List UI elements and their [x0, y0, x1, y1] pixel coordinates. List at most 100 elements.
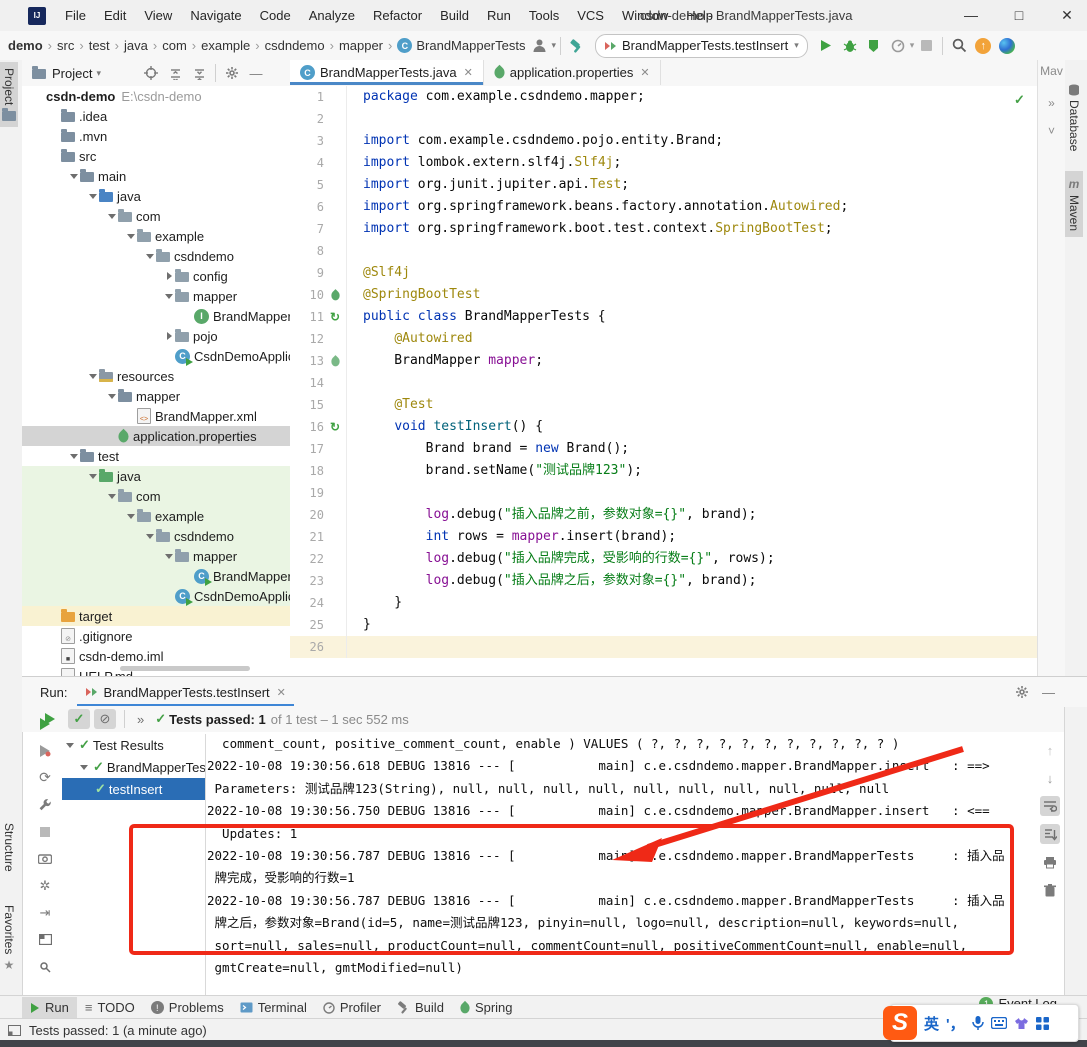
- code-line-16[interactable]: 16 ↻ void testInsert() {: [290, 416, 1037, 438]
- tree-item-.gitignore[interactable]: ⊘ .gitignore: [22, 626, 290, 646]
- run-tab[interactable]: BrandMapperTests.testInsert ✕: [77, 678, 293, 707]
- breadcrumb-example[interactable]: example: [199, 38, 252, 53]
- locate-file-icon[interactable]: [139, 62, 163, 84]
- breadcrumb-test[interactable]: test: [87, 38, 112, 53]
- menu-analyze[interactable]: Analyze: [300, 8, 364, 23]
- show-passed-toggle[interactable]: ✓: [68, 709, 90, 729]
- editor-tab-application.properties[interactable]: application.properties ✕: [484, 60, 661, 85]
- tree-item-mapper[interactable]: mapper: [22, 546, 290, 566]
- code-line-17[interactable]: 17 Brand brand = new Brand();: [290, 438, 1037, 460]
- code-line-5[interactable]: 5 import org.junit.jupiter.api.Test;: [290, 174, 1037, 196]
- ime-language-toggle[interactable]: 英: [924, 1013, 939, 1034]
- sogou-logo-icon[interactable]: S: [883, 1006, 917, 1040]
- tool-window-build-tab[interactable]: Build: [389, 997, 452, 1019]
- menu-edit[interactable]: Edit: [95, 8, 135, 23]
- tool-window-profiler-tab[interactable]: Profiler: [315, 997, 389, 1019]
- code-line-8[interactable]: 8: [290, 240, 1037, 262]
- close-button[interactable]: ✕: [1044, 0, 1087, 30]
- scroll-down-icon[interactable]: ↓: [1040, 768, 1060, 788]
- tool-window-todo-tab[interactable]: ≡ TODO: [77, 997, 143, 1019]
- breadcrumb-java[interactable]: java: [122, 38, 150, 53]
- code-line-25[interactable]: 25}: [290, 614, 1037, 636]
- show-ignored-toggle[interactable]: ⊘: [94, 709, 116, 729]
- tool-window-structure-button[interactable]: Structure: [0, 817, 18, 878]
- ime-microphone-icon[interactable]: [971, 1015, 984, 1031]
- clear-console-icon[interactable]: [1040, 880, 1060, 900]
- stop-button[interactable]: [30, 818, 60, 845]
- tree-item-example[interactable]: example: [22, 226, 290, 246]
- user-icon[interactable]: [527, 35, 551, 57]
- run-button[interactable]: [814, 35, 838, 57]
- settings-gear-icon[interactable]: [220, 62, 244, 84]
- tree-item-java[interactable]: java: [22, 466, 290, 486]
- code-line-22[interactable]: 22 log.debug("插入品牌完成，受影响的行数={}", rows);: [290, 548, 1037, 570]
- project-horizontal-scrollbar[interactable]: [120, 666, 250, 671]
- collapse-all-icon[interactable]: [187, 62, 211, 84]
- tree-item-test[interactable]: test: [22, 446, 290, 466]
- tree-item-csdndemo[interactable]: csdndemo: [22, 246, 290, 266]
- ime-skin-icon[interactable]: [1014, 1017, 1029, 1030]
- inspections-ok-icon[interactable]: ✓: [1014, 92, 1025, 108]
- menu-tools[interactable]: Tools: [520, 8, 568, 23]
- tree-item-main[interactable]: main: [22, 166, 290, 186]
- minimize-button[interactable]: —: [948, 0, 994, 30]
- code-line-6[interactable]: 6 import org.springframework.beans.factor…: [290, 196, 1037, 218]
- menu-code[interactable]: Code: [251, 8, 300, 23]
- soft-wrap-icon[interactable]: [1040, 796, 1060, 816]
- test-tree-item-Test Results[interactable]: ✓ Test Results: [62, 734, 205, 756]
- code-line-7[interactable]: 7 import org.springframework.boot.test.co…: [290, 218, 1037, 240]
- profiler-button[interactable]: [886, 35, 910, 57]
- maximize-button[interactable]: □: [996, 0, 1042, 30]
- breadcrumb-mapper[interactable]: mapper: [337, 38, 385, 53]
- tool-window-run-tab[interactable]: Run: [22, 996, 77, 1019]
- tree-item-csdndemo[interactable]: csdndemo: [22, 526, 290, 546]
- code-line-13[interactable]: 13 BrandMapper mapper;: [290, 350, 1037, 372]
- tree-item-BrandMapper[interactable]: I BrandMapper: [22, 306, 290, 326]
- tree-item-example[interactable]: example: [22, 506, 290, 526]
- menu-vcs[interactable]: VCS: [568, 8, 613, 23]
- code-line-19[interactable]: 19: [290, 482, 1037, 504]
- code-line-10[interactable]: 10 @SpringBootTest: [290, 284, 1037, 306]
- code-line-23[interactable]: 23 log.debug("插入品牌之后，参数对象={}", brand);: [290, 570, 1037, 592]
- run-settings-gear-icon[interactable]: [1015, 685, 1029, 699]
- code-editor[interactable]: 1 package com.example.csdndemo.mapper; 2 3 i…: [290, 86, 1037, 676]
- code-line-26[interactable]: 26: [290, 636, 1037, 658]
- hide-panel-icon[interactable]: —: [244, 62, 268, 84]
- tool-window-favorites-button[interactable]: Favorites ★: [0, 899, 18, 978]
- stop-button[interactable]: [914, 35, 938, 57]
- tree-item-csdn-demo.iml[interactable]: ■ csdn-demo.iml: [22, 646, 290, 666]
- code-line-18[interactable]: 18 brand.setName("测试品牌123");: [290, 460, 1037, 482]
- tree-item-CsdnDemoApplicationTests[interactable]: CCsdnDemoApplicationTests: [22, 586, 290, 606]
- import-test-results-button[interactable]: ⇥: [30, 899, 60, 926]
- screenshot-button[interactable]: [30, 845, 60, 872]
- tree-item-.mvn[interactable]: .mvn: [22, 126, 290, 146]
- tree-item-resources[interactable]: resources: [22, 366, 290, 386]
- tree-item-config[interactable]: config: [22, 266, 290, 286]
- breadcrumb-csdndemo[interactable]: csdndemo: [263, 38, 327, 53]
- project-view-caret-icon[interactable]: ▾: [96, 68, 101, 79]
- tree-item-.idea[interactable]: .idea: [22, 106, 290, 126]
- code-line-21[interactable]: 21 int rows = mapper.insert(brand);: [290, 526, 1037, 548]
- print-icon[interactable]: [1040, 852, 1060, 872]
- menu-view[interactable]: View: [135, 8, 181, 23]
- tool-window-database-button[interactable]: Database: [1065, 78, 1083, 157]
- update-icon[interactable]: ↑: [971, 35, 995, 57]
- debug-button[interactable]: [838, 35, 862, 57]
- tree-item-BrandMapperTests[interactable]: CBrandMapperTests: [22, 566, 290, 586]
- code-line-1[interactable]: 1 package com.example.csdndemo.mapper;: [290, 86, 1037, 108]
- toolwindow-toggle-icon[interactable]: [8, 1024, 21, 1036]
- tree-item-csdn-demo[interactable]: csdn-demo E:\csdn-demo: [22, 86, 290, 106]
- menu-refactor[interactable]: Refactor: [364, 8, 431, 23]
- rerun-button[interactable]: [30, 710, 60, 737]
- tool-window-project-button[interactable]: Project: [0, 62, 18, 128]
- tool-window-spring-tab[interactable]: Spring: [452, 997, 521, 1019]
- maven-strip-collapse-icon[interactable]: ˅: [1038, 124, 1065, 138]
- search-everywhere-icon[interactable]: [947, 35, 971, 57]
- ime-keyboard-icon[interactable]: [990, 1017, 1007, 1029]
- code-line-9[interactable]: 9 @Slf4j: [290, 262, 1037, 284]
- tool-window-maven-button[interactable]: m Maven: [1065, 171, 1083, 238]
- ime-punctuation-toggle[interactable]: '，: [946, 1013, 965, 1034]
- test-settings-button[interactable]: [30, 791, 60, 818]
- code-line-4[interactable]: 4 import lombok.extern.slf4j.Slf4j;: [290, 152, 1037, 174]
- tree-item-com[interactable]: com: [22, 206, 290, 226]
